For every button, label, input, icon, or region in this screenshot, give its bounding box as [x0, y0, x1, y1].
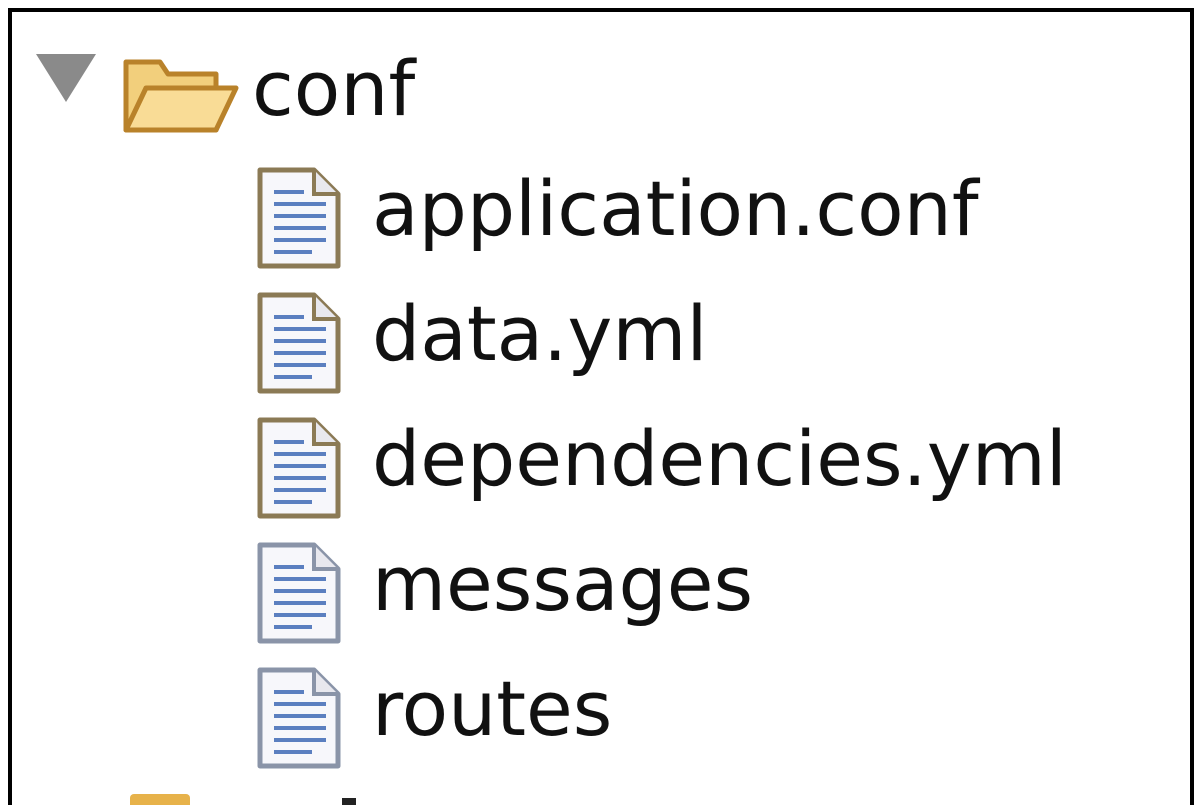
file-label: routes	[372, 664, 613, 753]
folder-label: conf	[252, 44, 416, 133]
expand-collapse-icon[interactable]	[36, 54, 96, 102]
text-file-icon	[257, 667, 341, 769]
file-label: messages	[372, 539, 754, 628]
text-file-icon	[257, 167, 341, 269]
file-label: dependencies.yml	[372, 414, 1067, 503]
folder-open-icon	[123, 59, 239, 133]
text-file-icon	[257, 292, 341, 394]
project-explorer-panel: conf application.conf data.yml dependenc…	[8, 8, 1194, 805]
label-partial	[342, 798, 356, 805]
file-label: data.yml	[372, 289, 708, 378]
file-label: application.conf	[372, 164, 979, 253]
text-file-icon	[257, 417, 341, 519]
text-file-icon	[257, 542, 341, 644]
folder-icon-partial	[130, 794, 190, 805]
